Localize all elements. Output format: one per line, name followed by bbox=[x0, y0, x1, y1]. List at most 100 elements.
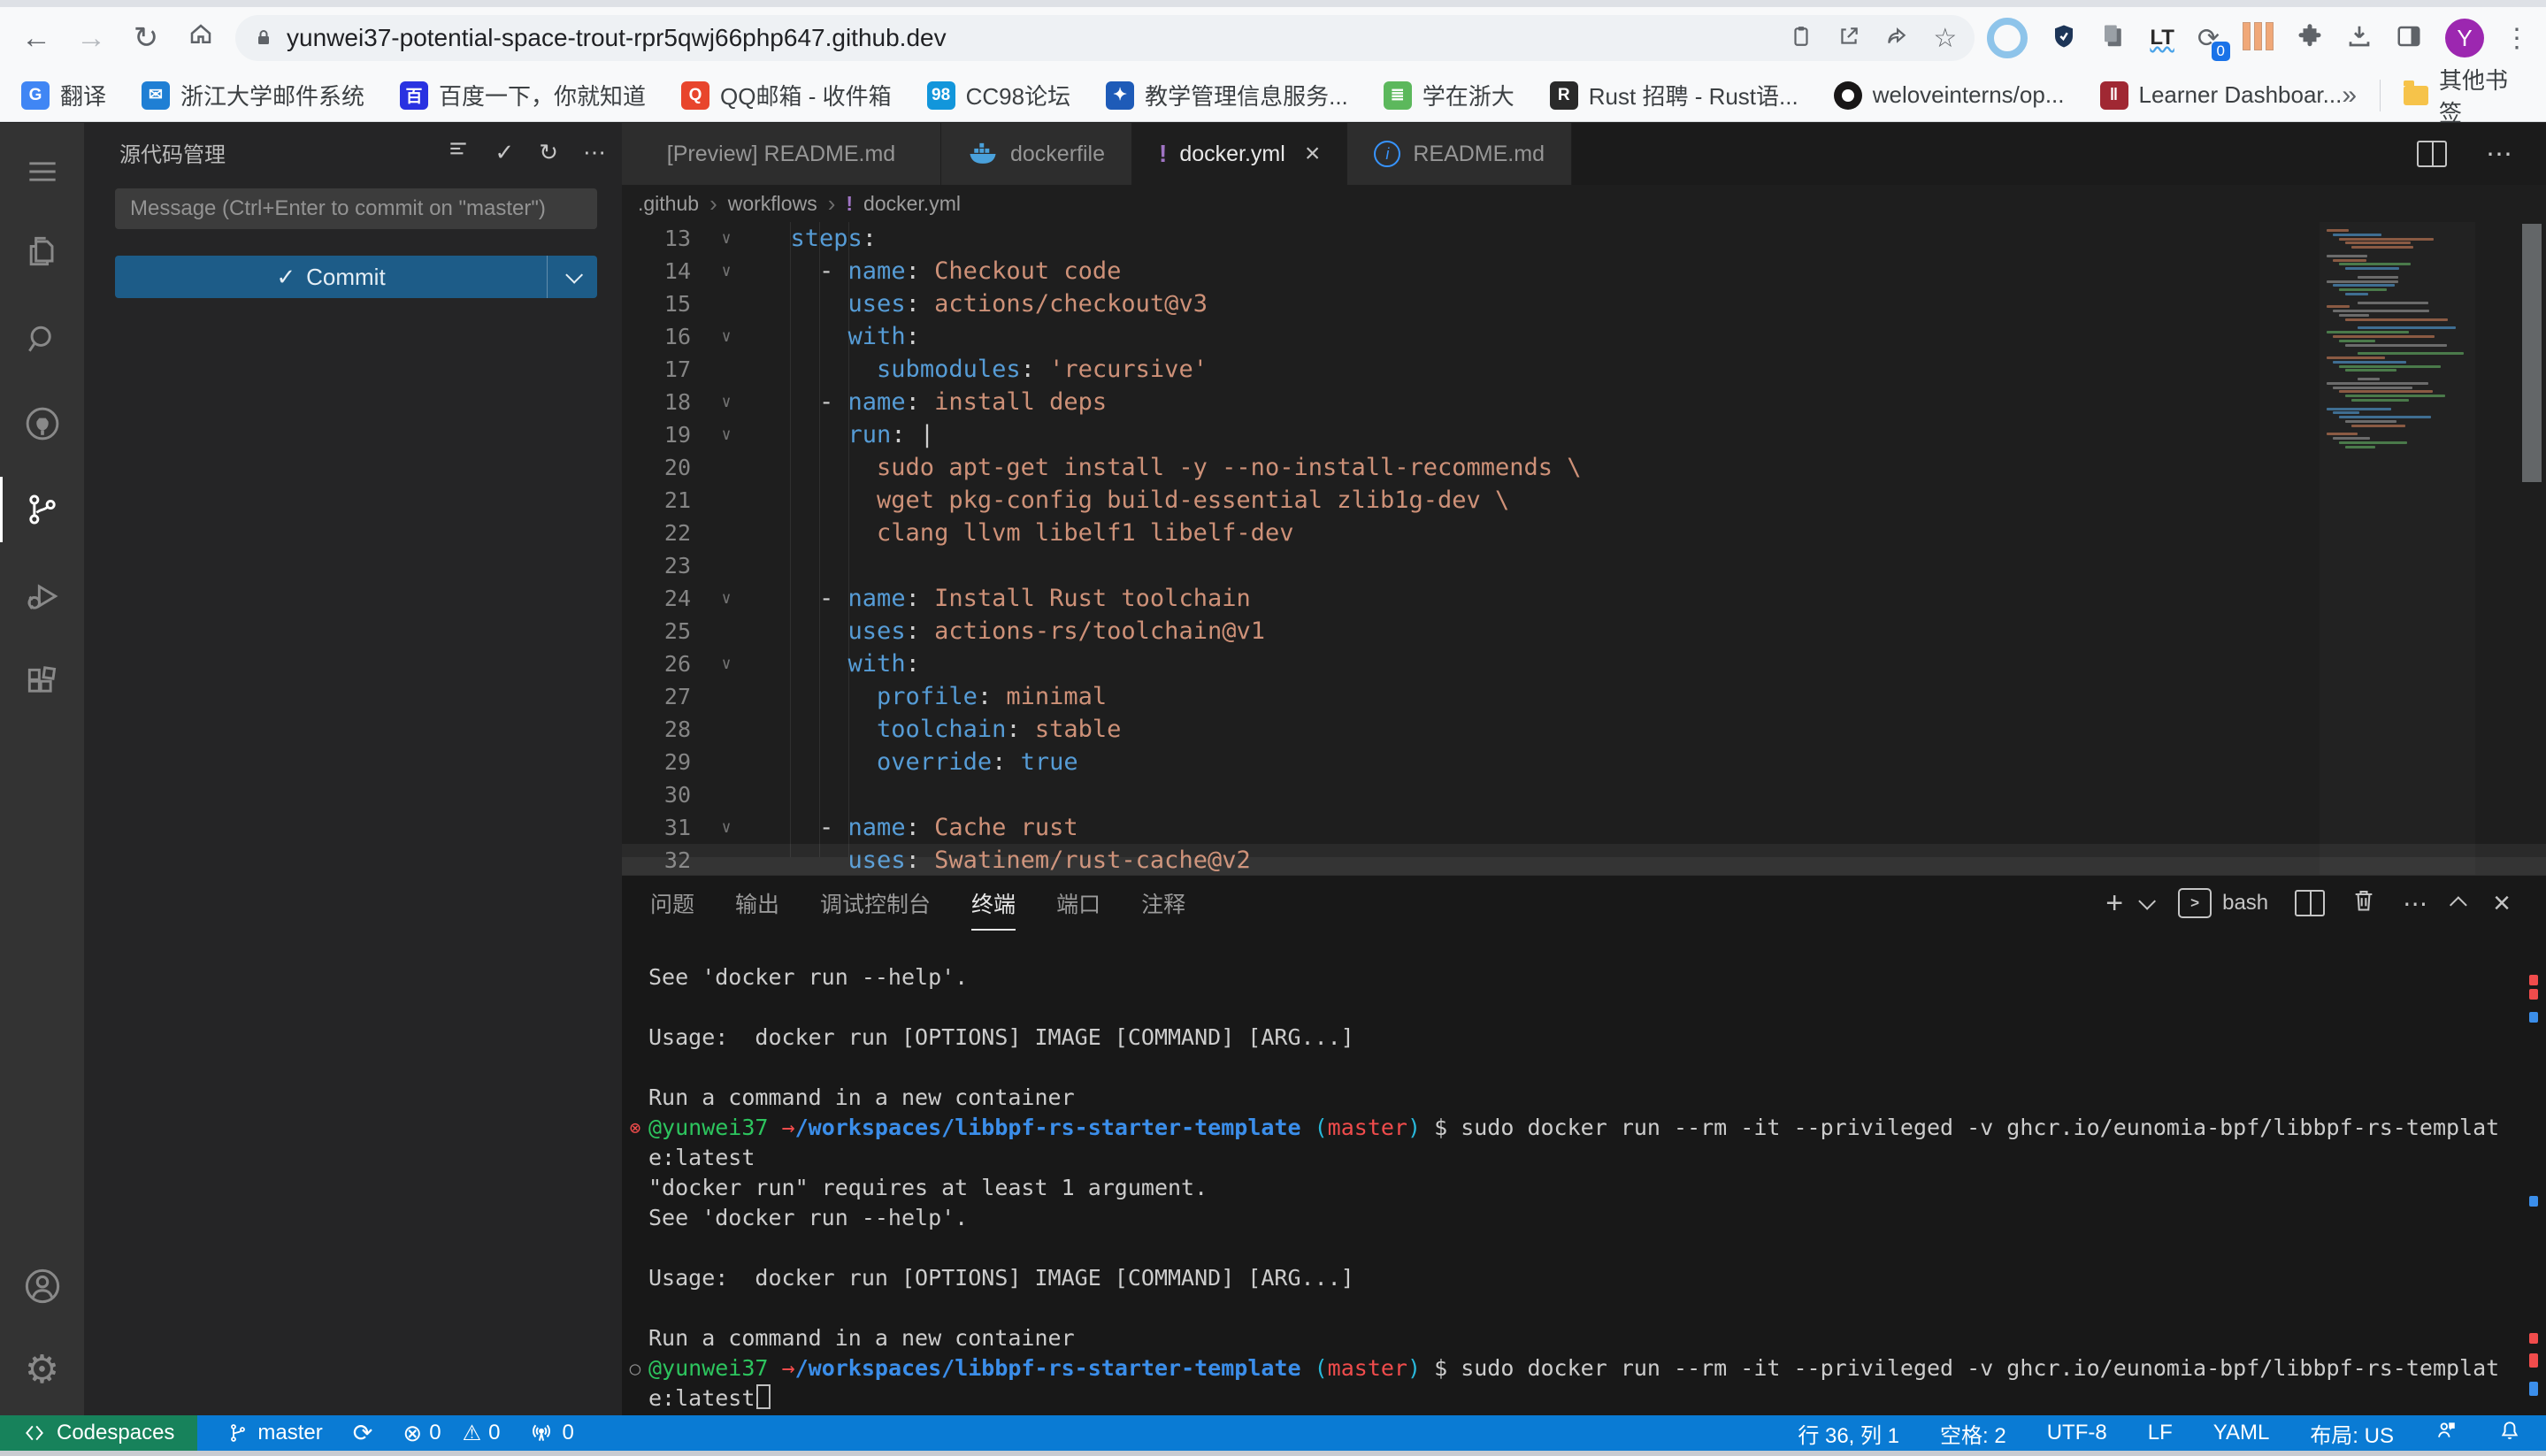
fold-chevron-icon[interactable]: ∨ bbox=[691, 320, 762, 353]
commit-message-input[interactable] bbox=[115, 188, 597, 229]
breadcrumb-file[interactable]: docker.yml bbox=[863, 192, 961, 216]
languagetool-icon[interactable]: LT bbox=[2150, 26, 2174, 50]
panel-tab-6[interactable]: 注释 bbox=[1141, 876, 1185, 931]
more-actions-icon[interactable]: ⋯ bbox=[583, 139, 606, 166]
bookmark-item[interactable]: ✉浙江大学邮件系统 bbox=[142, 79, 364, 111]
extensions-puzzle-icon[interactable] bbox=[2297, 23, 2323, 54]
downloads-icon[interactable] bbox=[2346, 23, 2373, 54]
tab-preview-readme[interactable]: [Preview] README.md bbox=[622, 123, 941, 185]
code-line[interactable]: 30 bbox=[622, 778, 2546, 811]
editor-scrollbar[interactable] bbox=[2520, 222, 2543, 875]
code-line[interactable]: 15 uses: actions/checkout@v3 bbox=[622, 287, 2546, 320]
fold-chevron-icon[interactable]: ∨ bbox=[691, 418, 762, 451]
breadcrumb[interactable]: .github › workflows › ! docker.yml bbox=[622, 185, 2546, 222]
bookmark-item[interactable]: ‖Learner Dashboar... bbox=[2100, 81, 2343, 110]
code-line[interactable]: 14∨ - name: Checkout code bbox=[622, 255, 2546, 287]
code-line[interactable]: 24∨ - name: Install Rust toolchain bbox=[622, 582, 2546, 615]
open-in-new-icon[interactable] bbox=[1837, 25, 1860, 52]
encoding[interactable]: UTF-8 bbox=[2047, 1421, 2107, 1445]
sync-badge-icon[interactable]: ⟳0 bbox=[2197, 23, 2220, 54]
bookmark-item[interactable]: QQQ邮箱 - 收件箱 bbox=[681, 79, 892, 111]
address-bar[interactable]: yunwei37-potential-space-trout-rpr5qwj66… bbox=[235, 15, 1975, 61]
browser-menu-icon[interactable]: ⋮ bbox=[2504, 23, 2530, 54]
bookmark-item[interactable]: ✦教学管理信息服务... bbox=[1106, 79, 1348, 111]
shell-label[interactable]: bash bbox=[2222, 891, 2268, 916]
fold-chevron-icon[interactable]: ∨ bbox=[691, 582, 762, 615]
bookmark-star-icon[interactable]: ☆ bbox=[1933, 23, 1957, 54]
settings-gear-icon[interactable]: ⚙ bbox=[0, 1330, 84, 1409]
panel-tab-4[interactable]: 终端 bbox=[971, 876, 1016, 931]
tab-docker-yml[interactable]: ! docker.yml × bbox=[1132, 123, 1347, 185]
code-line[interactable]: 28 toolchain: stable bbox=[622, 713, 2546, 746]
commit-check-icon[interactable]: ✓ bbox=[495, 139, 514, 166]
search-icon[interactable] bbox=[0, 300, 84, 379]
browser-avatar[interactable]: Y bbox=[2445, 19, 2484, 57]
bookmark-item[interactable]: ≣学在浙大 bbox=[1384, 79, 1515, 111]
extensions-icon[interactable] bbox=[0, 643, 84, 723]
fold-chevron-icon[interactable]: ∨ bbox=[691, 255, 762, 287]
minimap[interactable] bbox=[2320, 222, 2475, 875]
code-line[interactable]: 23 bbox=[622, 549, 2546, 582]
bookmark-item[interactable]: RRust 招聘 - Rust语... bbox=[1550, 79, 1798, 111]
close-tab-icon[interactable]: × bbox=[1305, 139, 1321, 169]
code-line[interactable]: 16∨ with: bbox=[622, 320, 2546, 353]
forward-icon[interactable]: → bbox=[64, 21, 119, 56]
split-terminal-icon[interactable] bbox=[2295, 890, 2325, 916]
bookmarks-overflow-icon[interactable]: » bbox=[2342, 80, 2357, 111]
panel-tab-2[interactable]: 输出 bbox=[735, 876, 779, 931]
fold-chevron-icon[interactable]: ∨ bbox=[691, 811, 762, 844]
tab-dockerfile[interactable]: dockerfile bbox=[941, 123, 1132, 185]
notifications-bell-icon[interactable] bbox=[2498, 1419, 2521, 1448]
split-editor-icon[interactable] bbox=[2417, 141, 2447, 167]
bookmark-item[interactable]: G翻译 bbox=[21, 79, 106, 111]
kill-terminal-icon[interactable] bbox=[2351, 888, 2376, 919]
eol[interactable]: LF bbox=[2148, 1421, 2173, 1445]
github-icon[interactable] bbox=[0, 384, 84, 464]
terminal-dropdown-icon[interactable] bbox=[2138, 893, 2156, 910]
close-panel-icon[interactable]: × bbox=[2493, 886, 2511, 921]
code-line[interactable]: 31∨ - name: Cache rust bbox=[622, 811, 2546, 844]
code-line[interactable]: 26∨ with: bbox=[622, 648, 2546, 680]
bookmark-item[interactable]: 百百度一下，你就知道 bbox=[400, 79, 646, 111]
extension-circle-icon[interactable] bbox=[1987, 18, 2028, 58]
breadcrumb-github[interactable]: .github bbox=[638, 192, 699, 216]
fold-chevron-icon[interactable]: ∨ bbox=[691, 648, 762, 680]
back-icon[interactable]: ← bbox=[9, 21, 64, 56]
clipboard-icon[interactable] bbox=[1790, 25, 1813, 52]
editor-hscrollbar[interactable] bbox=[622, 857, 2546, 875]
panel-more-icon[interactable]: ⋯ bbox=[2403, 889, 2427, 918]
home-icon[interactable] bbox=[173, 21, 228, 56]
panel-tab-1[interactable]: 问题 bbox=[650, 876, 694, 931]
remote-indicator[interactable]: Codespaces bbox=[0, 1415, 197, 1451]
bookmark-item[interactable]: 98CC98论坛 bbox=[927, 79, 1070, 111]
code-line[interactable]: 20 sudo apt-get install -y --no-install-… bbox=[622, 451, 2546, 484]
keyboard-layout[interactable]: 布局: US bbox=[2310, 1418, 2394, 1449]
code-editor[interactable]: 13∨ steps:14∨ - name: Checkout code15 us… bbox=[622, 222, 2546, 875]
refresh-icon[interactable]: ↻ bbox=[539, 139, 558, 166]
code-line[interactable]: 19∨ run: | bbox=[622, 418, 2546, 451]
code-line[interactable]: 27 profile: minimal bbox=[622, 680, 2546, 713]
commit-dropdown[interactable] bbox=[547, 256, 597, 298]
commit-button[interactable]: ✓Commit bbox=[115, 256, 597, 298]
code-line[interactable]: 17 submodules: 'recursive' bbox=[622, 353, 2546, 386]
view-as-list-icon[interactable] bbox=[447, 138, 470, 167]
panel-tab-3[interactable]: 调试控制台 bbox=[820, 876, 931, 931]
language-mode[interactable]: YAML bbox=[2213, 1421, 2270, 1445]
code-line[interactable]: 22 clang llvm libelf1 libelf-dev bbox=[622, 517, 2546, 549]
indentation[interactable]: 空格: 2 bbox=[1940, 1418, 2006, 1449]
fold-chevron-icon[interactable]: ∨ bbox=[691, 222, 762, 255]
terminal[interactable]: See 'docker run --help'.Usage: docker ru… bbox=[622, 931, 2546, 1414]
cursor-position[interactable]: 行 36, 列 1 bbox=[1798, 1418, 1899, 1449]
code-line[interactable]: 29 override: true bbox=[622, 746, 2546, 778]
feedback-icon[interactable] bbox=[2435, 1419, 2458, 1448]
run-debug-icon[interactable] bbox=[0, 556, 84, 636]
code-line[interactable]: 13∨ steps: bbox=[622, 222, 2546, 255]
fold-chevron-icon[interactable]: ∨ bbox=[691, 386, 762, 418]
sync-indicator[interactable]: ⟳ bbox=[353, 1420, 373, 1447]
code-line[interactable]: 25 uses: actions-rs/toolchain@v1 bbox=[622, 615, 2546, 648]
new-terminal-icon[interactable]: + bbox=[2105, 886, 2123, 921]
extension-pages-icon[interactable] bbox=[2100, 23, 2127, 54]
branch-indicator[interactable]: master bbox=[227, 1421, 322, 1445]
account-icon[interactable] bbox=[0, 1246, 84, 1326]
code-line[interactable]: 21 wget pkg-config build-essential zlib1… bbox=[622, 484, 2546, 517]
